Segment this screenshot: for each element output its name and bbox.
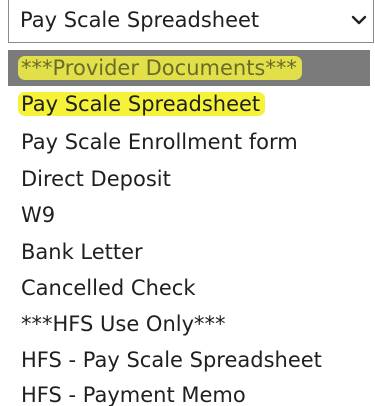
dropdown-options-list: ***Provider Documents*** Pay Scale Sprea…	[8, 50, 370, 406]
option-label: Pay Scale Spreadsheet	[18, 92, 266, 116]
chevron-down-icon[interactable]	[351, 14, 367, 26]
option-label: Pay Scale Enrollment form	[21, 130, 298, 154]
option-provider-documents[interactable]: ***Provider Documents***	[8, 50, 370, 86]
option-label: HFS - Pay Scale Spreadsheet	[21, 348, 322, 372]
option-w9[interactable]: W9	[8, 197, 370, 233]
option-cancelled-check[interactable]: Cancelled Check	[8, 270, 370, 306]
option-label: Direct Deposit	[21, 167, 171, 191]
option-label: Bank Letter	[21, 240, 143, 264]
option-label: HFS - Payment Memo	[21, 383, 246, 406]
option-label: ***Provider Documents***	[18, 56, 302, 80]
option-label: W9	[21, 203, 56, 227]
option-label: ***HFS Use Only***	[21, 312, 226, 336]
select-current-value: Pay Scale Spreadsheet	[20, 8, 260, 32]
option-hfs-payment-memo[interactable]: HFS - Payment Memo	[8, 377, 370, 406]
option-pay-scale-enrollment-form[interactable]: Pay Scale Enrollment form	[8, 124, 370, 160]
option-direct-deposit[interactable]: Direct Deposit	[8, 161, 370, 197]
option-hfs-pay-scale-spreadsheet[interactable]: HFS - Pay Scale Spreadsheet	[8, 342, 370, 378]
option-pay-scale-spreadsheet[interactable]: Pay Scale Spreadsheet	[8, 86, 370, 122]
document-type-select[interactable]: Pay Scale Spreadsheet	[8, 0, 374, 43]
option-label: Cancelled Check	[21, 276, 196, 300]
dropdown-screenshot: Pay Scale Spreadsheet ***Provider Docume…	[0, 0, 375, 406]
option-hfs-use-only[interactable]: ***HFS Use Only***	[8, 306, 370, 342]
option-bank-letter[interactable]: Bank Letter	[8, 234, 370, 270]
